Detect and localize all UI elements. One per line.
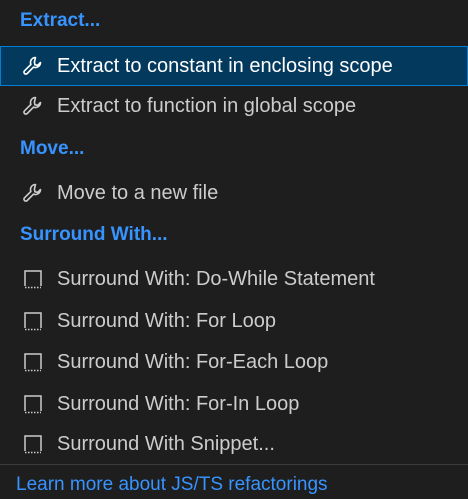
menu-item-label: Surround With: For-Each Loop [57,350,329,373]
snippet-icon [20,266,46,292]
group-header-move: Move... [20,138,85,159]
menu-item-label: Surround With: Do-While Statement [57,267,375,290]
snippet-icon [20,431,46,457]
menu-item-extract-constant[interactable]: Extract to constant in enclosing scope [0,46,468,86]
learn-more-link[interactable]: Learn more about JS/TS refactorings [16,474,328,496]
snippet-icon [20,308,46,334]
snippet-icon [20,391,46,417]
menu-item-label: Surround With: For Loop [57,309,276,332]
code-action-menu: Extract... Extract to constant in enclos… [0,0,468,499]
menu-item-label: Surround With Snippet... [57,432,275,455]
menu-item-label: Move to a new file [57,181,219,204]
menu-item-label: Surround With: For-In Loop [57,392,300,415]
wrench-icon [20,53,46,79]
menu-item-label: Extract to constant in enclosing scope [57,54,393,77]
menu-item-surround-do-while[interactable]: Surround With: Do-While Statement [0,259,468,299]
menu-item-label: Extract to function in global scope [57,94,357,117]
snippet-icon [20,349,46,375]
footer-divider [0,464,468,465]
group-header-surround: Surround With... [20,224,168,245]
menu-item-surround-for-loop[interactable]: Surround With: For Loop [0,301,468,341]
menu-item-move-new-file[interactable]: Move to a new file [0,173,468,213]
menu-item-surround-for-in[interactable]: Surround With: For-In Loop [0,384,468,424]
menu-item-surround-for-each[interactable]: Surround With: For-Each Loop [0,342,468,382]
wrench-icon [20,180,46,206]
wrench-icon [20,93,46,119]
menu-item-extract-function[interactable]: Extract to function in global scope [0,86,468,126]
menu-item-surround-snippet[interactable]: Surround With Snippet... [0,424,468,464]
group-header-extract: Extract... [20,10,101,31]
